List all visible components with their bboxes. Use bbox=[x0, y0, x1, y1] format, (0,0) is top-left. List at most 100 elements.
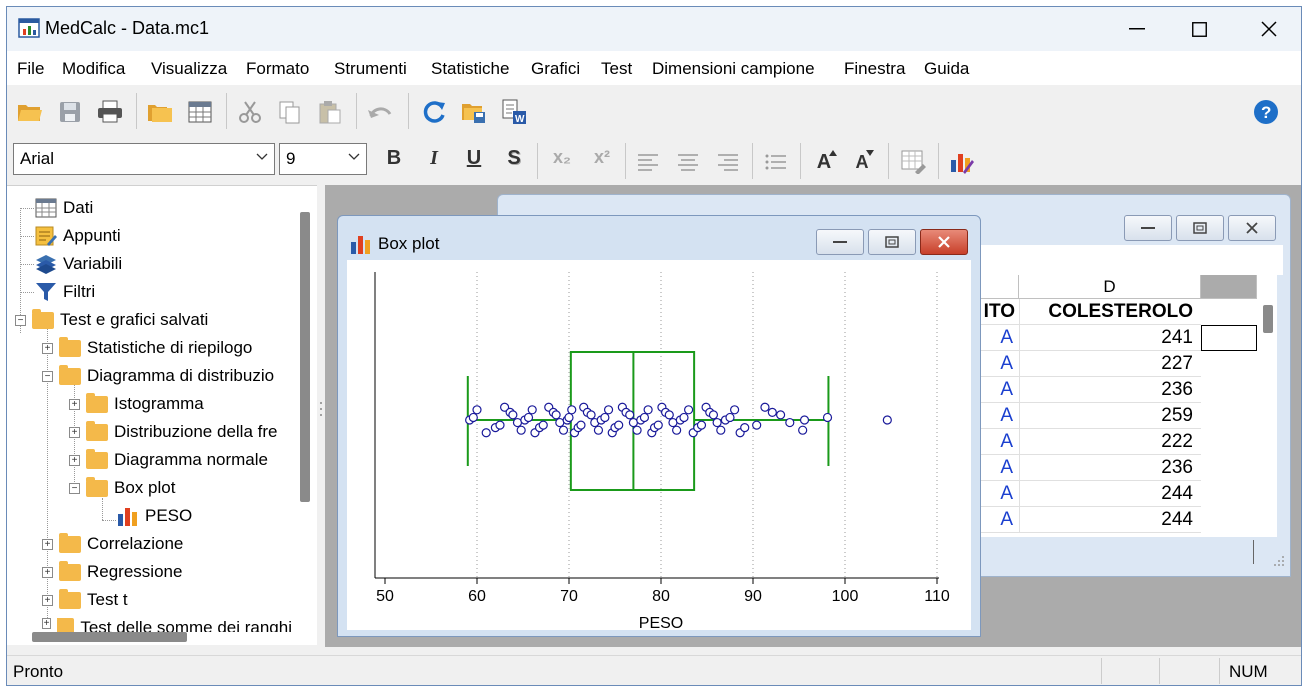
tree-item-appunti[interactable]: Appunti bbox=[35, 226, 121, 246]
cell-d[interactable]: 236 bbox=[1019, 377, 1201, 403]
menu-file[interactable]: File bbox=[17, 59, 44, 79]
save-button[interactable] bbox=[55, 97, 85, 127]
cell-c[interactable]: A bbox=[981, 455, 1019, 481]
align-center-button[interactable] bbox=[673, 147, 703, 177]
menu-formato[interactable]: Formato bbox=[246, 59, 309, 79]
tree-item-statistiche-di-riepilogo[interactable]: + Statistiche di riepilogo bbox=[42, 336, 252, 358]
column-header-c[interactable] bbox=[981, 275, 1019, 299]
cell-d[interactable]: 244 bbox=[1019, 481, 1201, 507]
export-word-button[interactable]: W bbox=[499, 97, 529, 127]
menu-strumenti[interactable]: Strumenti bbox=[334, 59, 407, 79]
tree-vertical-scrollbar[interactable] bbox=[300, 212, 310, 502]
font-select[interactable]: Arial bbox=[13, 143, 275, 175]
cell-d[interactable]: 259 bbox=[1019, 403, 1201, 429]
help-button[interactable]: ? bbox=[1251, 97, 1281, 127]
tree-item-test-e-grafici-salvati[interactable]: − Test e grafici salvati bbox=[15, 308, 208, 330]
tree-horizontal-scrollbar[interactable] bbox=[32, 632, 187, 642]
shadow-button[interactable]: S bbox=[499, 147, 529, 170]
data-restore-button[interactable] bbox=[1176, 215, 1224, 241]
size-select[interactable]: 9 bbox=[279, 143, 367, 175]
cell-c[interactable]: A bbox=[981, 403, 1019, 429]
pane-splitter[interactable] bbox=[317, 185, 325, 647]
expand-icon[interactable]: + bbox=[42, 618, 52, 629]
tree-item-correlazione[interactable]: + Correlazione bbox=[42, 532, 183, 554]
print-button[interactable] bbox=[95, 97, 125, 127]
cell-d[interactable]: 227 bbox=[1019, 351, 1201, 377]
tree-item-distribuzione-frequenze[interactable]: + Distribuzione della fre bbox=[69, 420, 277, 442]
undo-button[interactable] bbox=[365, 97, 395, 127]
cell-d[interactable]: 236 bbox=[1019, 455, 1201, 481]
plot-close-button[interactable] bbox=[920, 229, 968, 255]
align-left-button[interactable] bbox=[633, 147, 663, 177]
menu-modifica[interactable]: Modifica bbox=[62, 59, 125, 79]
column-header-d[interactable]: D bbox=[1019, 275, 1201, 299]
grow-font-button[interactable]: A bbox=[809, 147, 839, 177]
tree-item-peso[interactable]: PESO bbox=[117, 506, 192, 526]
column-name-c[interactable]: ITO bbox=[981, 299, 1019, 325]
data-minimize-button[interactable] bbox=[1124, 215, 1172, 241]
expand-icon[interactable]: + bbox=[42, 538, 53, 550]
subscript-button[interactable]: x₂ bbox=[547, 147, 577, 168]
expand-icon[interactable]: + bbox=[69, 426, 80, 438]
cut-button[interactable] bbox=[235, 97, 265, 127]
expand-icon[interactable]: + bbox=[69, 454, 80, 466]
formula-bar[interactable] bbox=[978, 245, 1283, 275]
cell-c[interactable]: A bbox=[981, 325, 1019, 351]
expand-icon[interactable]: + bbox=[42, 566, 53, 578]
copy-document-button[interactable] bbox=[145, 97, 175, 127]
data-close-button[interactable] bbox=[1228, 215, 1276, 241]
collapse-icon[interactable]: − bbox=[15, 314, 26, 326]
tree-item-box-plot[interactable]: − Box plot bbox=[69, 476, 175, 498]
tree-item-variabili[interactable]: Variabili bbox=[35, 254, 122, 274]
column-name-d[interactable]: COLESTEROLO bbox=[1019, 299, 1201, 325]
cell-c[interactable]: A bbox=[981, 351, 1019, 377]
cell-c[interactable]: A bbox=[981, 377, 1019, 403]
cell-c[interactable]: A bbox=[981, 507, 1019, 533]
menu-statistiche[interactable]: Statistiche bbox=[431, 59, 509, 79]
maximize-button[interactable] bbox=[1174, 13, 1224, 45]
cell-d[interactable]: 241 bbox=[1019, 325, 1201, 351]
tree-item-istogramma[interactable]: + Istogramma bbox=[69, 392, 204, 414]
tree-item-filtri[interactable]: Filtri bbox=[35, 282, 95, 302]
open-button[interactable] bbox=[15, 97, 45, 127]
bullet-list-button[interactable] bbox=[761, 147, 791, 177]
copy-button[interactable] bbox=[275, 97, 305, 127]
tree-item-dati[interactable]: Dati bbox=[35, 198, 93, 218]
cell-d[interactable]: 222 bbox=[1019, 429, 1201, 455]
menu-test[interactable]: Test bbox=[601, 59, 632, 79]
superscript-button[interactable]: x² bbox=[587, 147, 617, 168]
grid-vertical-scrollbar[interactable] bbox=[1263, 305, 1273, 333]
bold-button[interactable]: B bbox=[379, 147, 409, 170]
underline-button[interactable]: U bbox=[459, 147, 489, 170]
tree-item-test-t[interactable]: + Test t bbox=[42, 588, 128, 610]
plot-minimize-button[interactable] bbox=[816, 229, 864, 255]
paste-button[interactable] bbox=[315, 97, 345, 127]
collapse-icon[interactable]: − bbox=[42, 370, 53, 382]
refresh-button[interactable] bbox=[419, 97, 449, 127]
tree-item-regressione[interactable]: + Regressione bbox=[42, 560, 182, 582]
format-table-button[interactable] bbox=[899, 147, 929, 177]
expand-icon[interactable]: + bbox=[69, 398, 80, 410]
spreadsheet-button[interactable] bbox=[185, 97, 215, 127]
expand-icon[interactable]: + bbox=[42, 342, 53, 354]
close-button[interactable] bbox=[1244, 13, 1294, 45]
minimize-button[interactable] bbox=[1112, 13, 1162, 45]
column-header-e[interactable] bbox=[1201, 275, 1257, 299]
align-right-button[interactable] bbox=[713, 147, 743, 177]
cell-c[interactable]: A bbox=[981, 429, 1019, 455]
selected-cell[interactable] bbox=[1201, 325, 1257, 351]
menu-visualizza[interactable]: Visualizza bbox=[151, 59, 227, 79]
chart-format-button[interactable] bbox=[947, 147, 977, 177]
menu-guida[interactable]: Guida bbox=[924, 59, 969, 79]
save-report-button[interactable] bbox=[459, 97, 489, 127]
tree-item-diagramma-normale[interactable]: + Diagramma normale bbox=[69, 448, 268, 470]
tree-item-diagramma-di-distribuzione[interactable]: − Diagramma di distribuzio bbox=[42, 364, 274, 386]
expand-icon[interactable]: + bbox=[42, 594, 53, 606]
menu-finestra[interactable]: Finestra bbox=[844, 59, 905, 79]
tree-item-test-somme-ranghi[interactable]: + Test delle somme dei ranghi bbox=[42, 618, 292, 632]
collapse-icon[interactable]: − bbox=[69, 482, 80, 494]
cell-c[interactable]: A bbox=[981, 481, 1019, 507]
plot-restore-button[interactable] bbox=[868, 229, 916, 255]
menu-grafici[interactable]: Grafici bbox=[531, 59, 580, 79]
cell-d[interactable]: 244 bbox=[1019, 507, 1201, 533]
